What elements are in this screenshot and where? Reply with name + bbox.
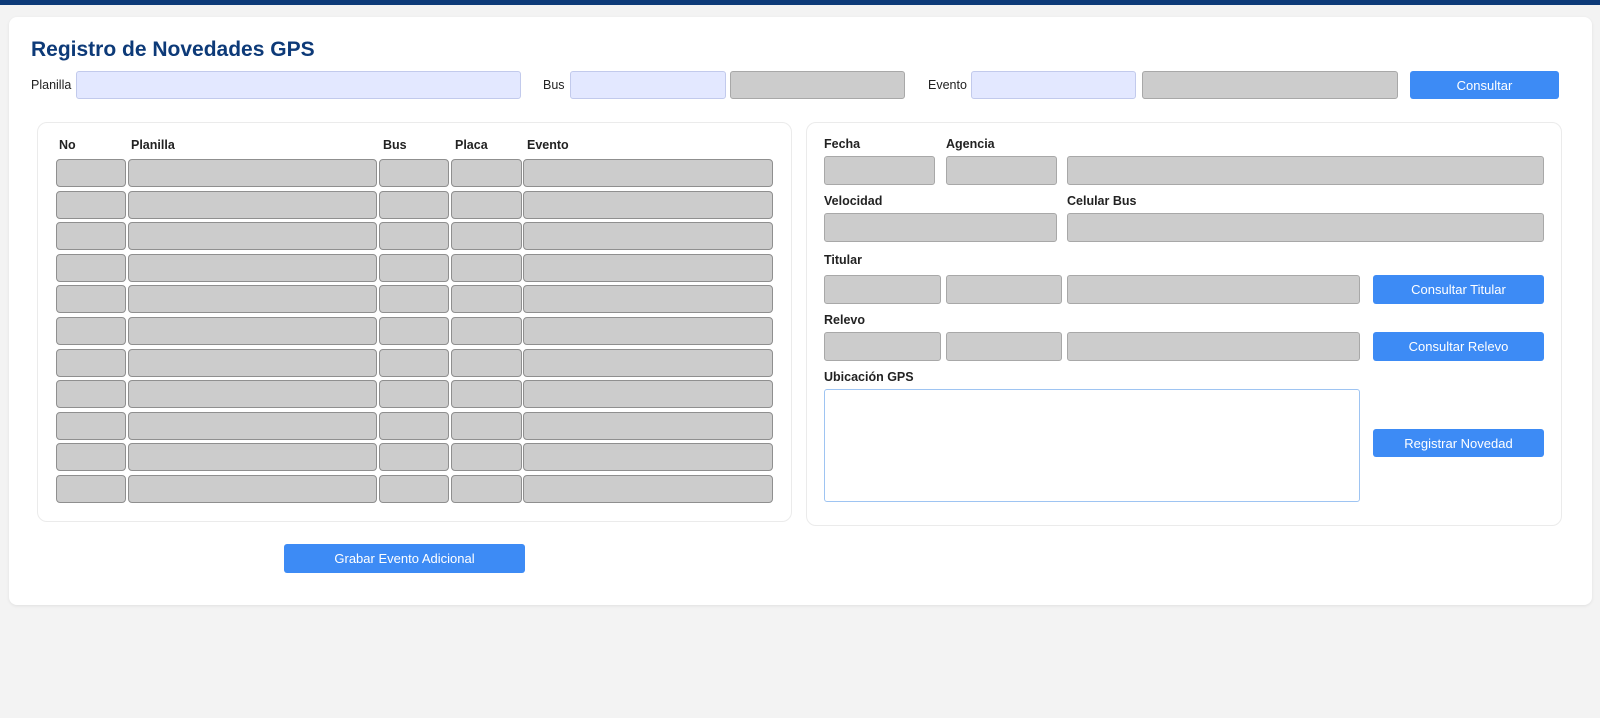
cell-no — [56, 253, 126, 282]
cell-bus — [379, 380, 449, 409]
bus-input[interactable] — [570, 71, 726, 99]
grid-header-no: No — [59, 138, 76, 152]
cell-no — [56, 380, 126, 409]
cell-bus — [379, 222, 449, 251]
relevo-label: Relevo — [824, 313, 865, 327]
titular-id-field — [946, 275, 1062, 304]
cell-placa — [451, 190, 522, 219]
cell-placa — [451, 222, 522, 251]
cell-evento — [523, 348, 773, 377]
cell-evento — [523, 159, 773, 187]
relevo-code-field — [824, 332, 941, 361]
cell-bus — [379, 190, 449, 219]
grid-header-evento: Evento — [527, 138, 569, 152]
cell-evento — [523, 253, 773, 282]
evento-label: Evento — [928, 78, 967, 92]
cell-placa — [451, 348, 522, 377]
cell-bus — [379, 317, 449, 345]
grid-header-bus: Bus — [383, 138, 407, 152]
consultar-titular-button[interactable]: Consultar Titular — [1373, 275, 1544, 304]
evento-input[interactable] — [971, 71, 1136, 99]
cell-placa — [451, 253, 522, 282]
cell-planilla — [128, 348, 377, 377]
celular-bus-field — [1067, 213, 1544, 242]
cell-placa — [451, 317, 522, 345]
relevo-id-field — [946, 332, 1062, 361]
cell-no — [56, 348, 126, 377]
velocidad-label: Velocidad — [824, 194, 883, 208]
cell-bus — [379, 443, 449, 472]
cell-placa — [451, 285, 522, 314]
cell-no — [56, 222, 126, 251]
agencia-code-field — [946, 156, 1057, 185]
cell-planilla — [128, 190, 377, 219]
cell-planilla — [128, 475, 377, 503]
cell-evento — [523, 222, 773, 251]
cell-no — [56, 159, 126, 187]
cell-no — [56, 190, 126, 219]
cell-planilla — [128, 443, 377, 472]
top-accent-bar — [0, 0, 1600, 5]
cell-placa — [451, 443, 522, 472]
cell-no — [56, 443, 126, 472]
cell-planilla — [128, 411, 377, 440]
velocidad-field — [824, 213, 1057, 242]
cell-bus — [379, 411, 449, 440]
planilla-label: Planilla — [31, 78, 72, 92]
cell-planilla — [128, 222, 377, 251]
page-title: Registro de Novedades GPS — [31, 38, 315, 61]
consultar-relevo-button[interactable]: Consultar Relevo — [1373, 332, 1544, 361]
cell-planilla — [128, 380, 377, 409]
cell-bus — [379, 253, 449, 282]
cell-no — [56, 411, 126, 440]
cell-placa — [451, 159, 522, 187]
cell-placa — [451, 380, 522, 409]
agencia-name-field — [1067, 156, 1544, 185]
evento-description-field — [1142, 71, 1398, 99]
agencia-label: Agencia — [946, 137, 995, 151]
cell-planilla — [128, 317, 377, 345]
cell-bus — [379, 348, 449, 377]
cell-evento — [523, 443, 773, 472]
cell-evento — [523, 285, 773, 314]
ubicacion-gps-textarea[interactable] — [824, 389, 1360, 502]
fecha-label: Fecha — [824, 137, 861, 151]
cell-bus — [379, 285, 449, 314]
cell-evento — [523, 190, 773, 219]
cell-evento — [523, 411, 773, 440]
titular-label: Titular — [824, 253, 862, 267]
grid-header-planilla: Planilla — [131, 138, 175, 152]
celular-bus-label: Celular Bus — [1067, 194, 1137, 208]
cell-planilla — [128, 285, 377, 314]
registrar-novedad-button[interactable]: Registrar Novedad — [1373, 429, 1544, 457]
bus-description-field — [730, 71, 905, 99]
cell-no — [56, 317, 126, 345]
cell-placa — [451, 475, 522, 503]
consultar-button[interactable]: Consultar — [1410, 71, 1559, 99]
grid-header-placa: Placa — [455, 138, 488, 152]
bus-label: Bus — [543, 78, 565, 92]
cell-bus — [379, 159, 449, 187]
cell-evento — [523, 475, 773, 503]
fecha-field — [824, 156, 935, 185]
grabar-evento-adicional-button[interactable]: Grabar Evento Adicional — [284, 544, 525, 573]
cell-evento — [523, 380, 773, 409]
cell-planilla — [128, 253, 377, 282]
relevo-name-field — [1067, 332, 1360, 361]
ubicacion-gps-label: Ubicación GPS — [824, 370, 914, 384]
cell-no — [56, 475, 126, 503]
cell-planilla — [128, 159, 377, 187]
cell-evento — [523, 317, 773, 345]
cell-no — [56, 285, 126, 314]
titular-name-field — [1067, 275, 1360, 304]
cell-bus — [379, 475, 449, 503]
planilla-input[interactable] — [76, 71, 521, 99]
titular-code-field — [824, 275, 941, 304]
cell-placa — [451, 411, 522, 440]
